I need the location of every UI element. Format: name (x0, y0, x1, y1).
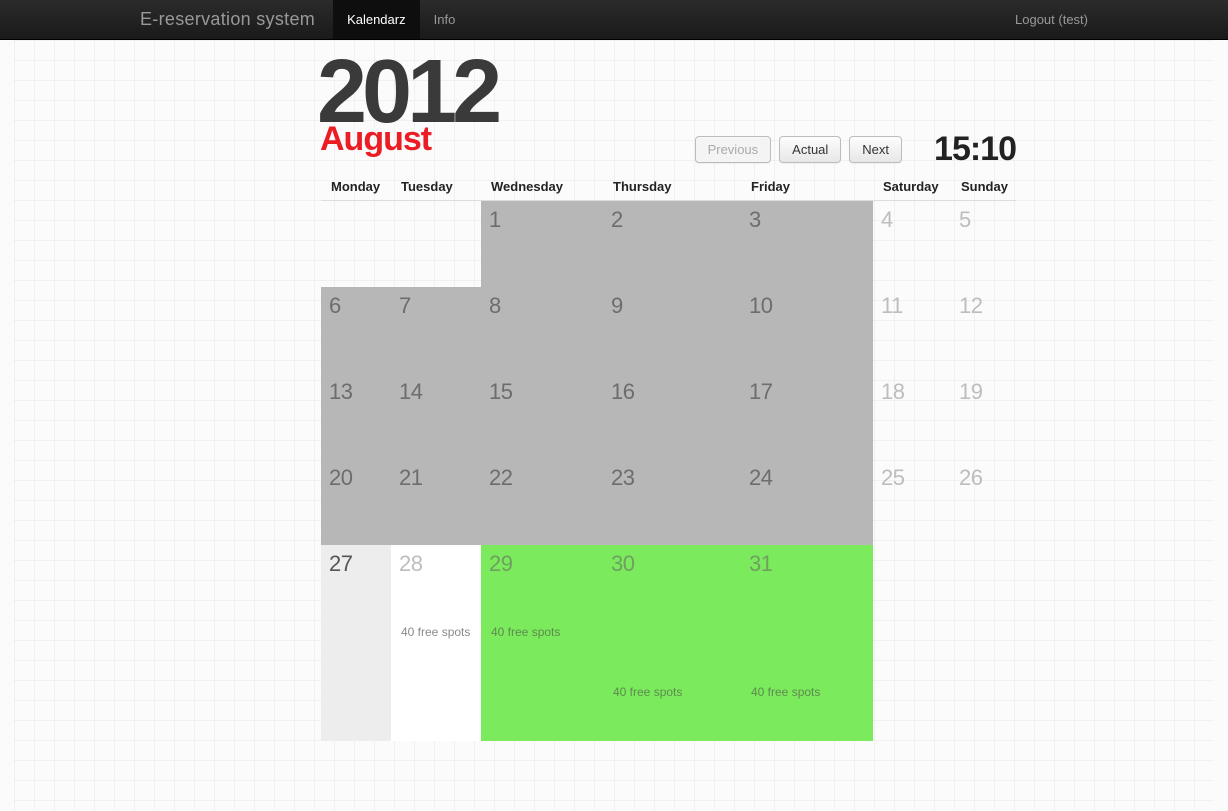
calendar-toolbar: Previous Actual Next 15:10 (695, 130, 1016, 169)
day-number: 10 (749, 293, 865, 319)
day-cell-21: 21 (391, 459, 481, 545)
page-background: 2012 August Previous Actual Next 15:10 M… (14, 40, 1214, 810)
day-number: 1 (489, 207, 595, 233)
day-number: 6 (329, 293, 383, 319)
day-cell-5: 5 (951, 201, 1016, 287)
day-cell-2: 2 (603, 201, 741, 287)
day-number: 20 (329, 465, 383, 491)
day-cell-23: 23 (603, 459, 741, 545)
day-cell-9: 9 (603, 287, 741, 373)
calendar: 2012 August Previous Actual Next 15:10 M… (321, 40, 1016, 741)
day-cell-3: 3 (741, 201, 873, 287)
top-navbar: E-reservation system KalendarzInfo Logou… (0, 0, 1228, 40)
dow-saturday: Saturday (873, 171, 951, 200)
day-number: 16 (611, 379, 733, 405)
day-number: 25 (881, 465, 943, 491)
day-number: 19 (959, 379, 1008, 405)
day-number: 8 (489, 293, 595, 319)
day-number: 26 (959, 465, 1008, 491)
previous-button[interactable]: Previous (695, 136, 772, 163)
day-number: 9 (611, 293, 733, 319)
app-brand: E-reservation system (140, 0, 333, 39)
free-spots-label: 40 free spots (491, 625, 560, 639)
day-cell-4: 4 (873, 201, 951, 287)
day-number: 4 (881, 207, 943, 233)
calendar-week: 20 21 22 23 24 25 26 (321, 459, 1016, 545)
day-cell-blank (951, 545, 1016, 741)
next-button[interactable]: Next (849, 136, 902, 163)
day-number: 21 (399, 465, 473, 491)
nav-item-info[interactable]: Info (420, 0, 470, 39)
calendar-week: 13 14 15 16 17 18 19 (321, 373, 1016, 459)
day-number: 13 (329, 379, 383, 405)
dow-wednesday: Wednesday (481, 171, 603, 200)
nav-item-kalendarz[interactable]: Kalendarz (333, 0, 420, 39)
free-spots-label: 40 free spots (401, 625, 470, 639)
day-number: 23 (611, 465, 733, 491)
day-number: 12 (959, 293, 1008, 319)
day-cell-16: 16 (603, 373, 741, 459)
day-number: 15 (489, 379, 595, 405)
calendar-week: 6789 10 11 12 (321, 287, 1016, 373)
day-number: 3 (749, 207, 865, 233)
calendar-grid: 1234567891011121314151617181920212223242… (321, 201, 1016, 741)
day-cell-blank (321, 201, 391, 287)
day-cell-25: 25 (873, 459, 951, 545)
day-cell-11: 11 (873, 287, 951, 373)
day-cell-10: 10 (741, 287, 873, 373)
free-spots-label: 40 free spots (613, 685, 682, 699)
day-number: 14 (399, 379, 473, 405)
dow-sunday: Sunday (951, 171, 1016, 200)
day-cell-28[interactable]: 28 40 free spots (391, 545, 481, 741)
dow-thursday: Thursday (603, 171, 741, 200)
day-cell-26: 26 (951, 459, 1016, 545)
day-cell-blank (391, 201, 481, 287)
dow-tuesday: Tuesday (391, 171, 481, 200)
day-number: 31 (749, 551, 865, 577)
day-number: 5 (959, 207, 1008, 233)
day-cell-20: 20 (321, 459, 391, 545)
day-number: 24 (749, 465, 865, 491)
day-of-week-header: MondayTuesdayWednesdayThursdayFridaySatu… (321, 171, 1016, 201)
day-number: 28 (399, 551, 473, 577)
free-spots-label: 40 free spots (751, 685, 820, 699)
day-cell-24: 24 (741, 459, 873, 545)
day-number: 27 (329, 551, 383, 577)
logout-link[interactable]: Logout (test) (1015, 0, 1088, 39)
day-number: 2 (611, 207, 733, 233)
day-number: 29 (489, 551, 595, 577)
day-cell-blank (873, 545, 951, 741)
dow-friday: Friday (741, 171, 873, 200)
day-cell-22: 22 (481, 459, 603, 545)
day-cell-19: 19 (951, 373, 1016, 459)
day-cell-17: 17 (741, 373, 873, 459)
clock: 15:10 (934, 130, 1016, 169)
day-number: 17 (749, 379, 865, 405)
actual-button[interactable]: Actual (779, 136, 841, 163)
day-number: 11 (881, 293, 943, 319)
day-cell-1: 1 (481, 201, 603, 287)
day-cell-29[interactable]: 29 40 free spots (481, 545, 603, 741)
day-cell-27[interactable]: 27 (321, 545, 391, 741)
day-number: 18 (881, 379, 943, 405)
day-number: 22 (489, 465, 595, 491)
day-cell-12: 12 (951, 287, 1016, 373)
day-number: 30 (611, 551, 733, 577)
day-number: 7 (399, 293, 473, 319)
day-cell-13: 13 (321, 373, 391, 459)
dow-monday: Monday (321, 171, 391, 200)
day-cell-30[interactable]: 30 40 free spots (603, 545, 741, 741)
day-cell-15: 15 (481, 373, 603, 459)
day-cell-7: 7 (391, 287, 481, 373)
day-cell-6: 6 (321, 287, 391, 373)
calendar-week: 12345 (321, 201, 1016, 287)
day-cell-31[interactable]: 31 40 free spots (741, 545, 873, 741)
day-cell-18: 18 (873, 373, 951, 459)
day-cell-8: 8 (481, 287, 603, 373)
day-cell-14: 14 (391, 373, 481, 459)
calendar-week: 27 28 40 free spots 29 40 free spots 30 40 fre… (321, 545, 1016, 741)
